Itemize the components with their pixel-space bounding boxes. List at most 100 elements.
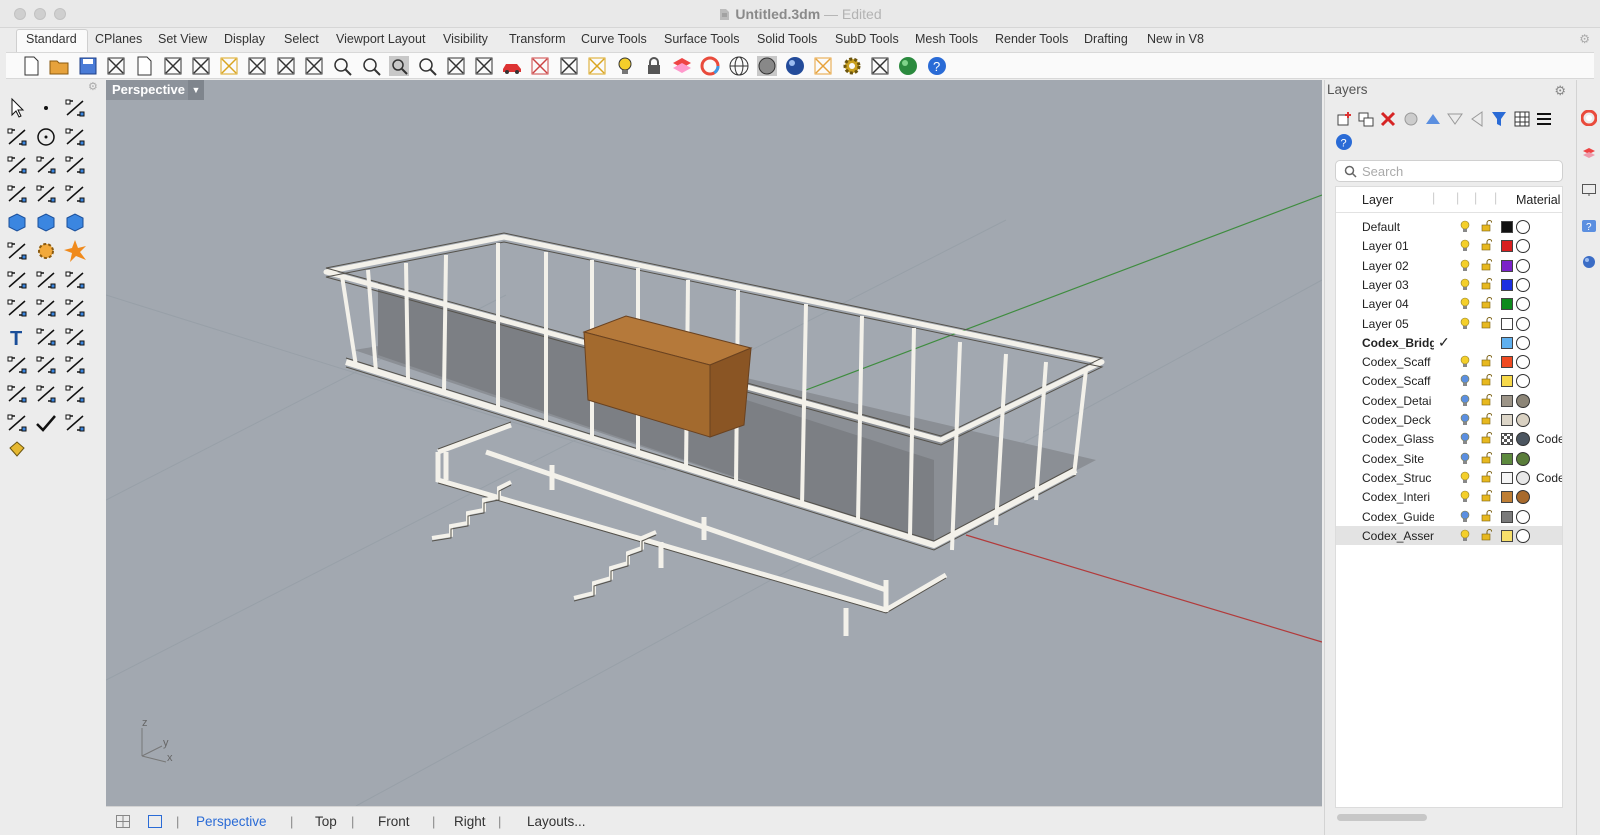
layer-name[interactable]: Codex_Asser bbox=[1362, 529, 1434, 543]
layer-material-icon[interactable] bbox=[1516, 239, 1530, 254]
zoom-icon[interactable] bbox=[331, 55, 353, 77]
four-views-icon[interactable] bbox=[473, 55, 495, 77]
grid-icon[interactable] bbox=[529, 55, 551, 77]
trim-icon[interactable] bbox=[4, 267, 30, 293]
tab-render-tools[interactable]: Render Tools bbox=[995, 32, 1068, 46]
layer-color-swatch[interactable] bbox=[1501, 452, 1513, 465]
layer-color-swatch[interactable] bbox=[1501, 317, 1513, 330]
group-icon[interactable] bbox=[4, 295, 30, 321]
layer-color-swatch[interactable] bbox=[1501, 336, 1513, 349]
unlock-icon[interactable] bbox=[1481, 374, 1492, 386]
move-layer-left-icon[interactable] bbox=[1468, 110, 1486, 128]
tab-surface-tools[interactable]: Surface Tools bbox=[664, 32, 740, 46]
curve-icon[interactable] bbox=[4, 124, 30, 150]
copy-icon[interactable] bbox=[190, 55, 212, 77]
layer-name[interactable]: Codex_Deck bbox=[1362, 413, 1434, 427]
new-icon[interactable] bbox=[20, 55, 42, 77]
unlock-icon[interactable] bbox=[1481, 316, 1492, 329]
layer-material-icon[interactable] bbox=[1516, 451, 1530, 466]
layer-name[interactable]: Layer 04 bbox=[1362, 297, 1434, 311]
move-layer-down-icon[interactable] bbox=[1446, 110, 1464, 128]
tab-select[interactable]: Select bbox=[284, 32, 319, 46]
unlock-icon[interactable] bbox=[1481, 451, 1492, 464]
layer-color-swatch[interactable] bbox=[1501, 278, 1513, 291]
layer-row[interactable]: Codex_Detai bbox=[1336, 391, 1562, 410]
layer-filter-icon[interactable] bbox=[1490, 110, 1508, 128]
shaded-sphere-icon[interactable] bbox=[756, 55, 778, 77]
osnap-icon[interactable] bbox=[586, 55, 608, 77]
tab-layouts[interactable]: Layouts... bbox=[527, 814, 586, 829]
import-icon[interactable] bbox=[133, 55, 155, 77]
layer-row[interactable]: Codex_Interi bbox=[1336, 487, 1562, 506]
single-viewport-icon[interactable] bbox=[148, 815, 162, 828]
split-icon[interactable] bbox=[33, 267, 59, 293]
tab-subd-tools[interactable]: SubD Tools bbox=[835, 32, 899, 46]
zoom-window-icon[interactable] bbox=[360, 55, 382, 77]
column-layer[interactable]: Layer bbox=[1362, 193, 1393, 207]
layer-name[interactable]: Codex_Guide bbox=[1362, 510, 1434, 524]
rotate-view-icon[interactable] bbox=[303, 55, 325, 77]
zoom-extents-icon[interactable] bbox=[388, 55, 410, 77]
layer-icon[interactable] bbox=[671, 55, 693, 77]
layer-material-icon[interactable] bbox=[1516, 277, 1530, 292]
tab-drafting[interactable]: Drafting bbox=[1084, 32, 1128, 46]
tab-cplanes[interactable]: CPlanes bbox=[95, 32, 142, 46]
visibility-bulb-icon[interactable] bbox=[1460, 317, 1470, 330]
layer-color-swatch[interactable] bbox=[1501, 394, 1513, 407]
visibility-bulb-icon[interactable] bbox=[1460, 394, 1470, 407]
color-wheel-icon[interactable] bbox=[1581, 110, 1597, 126]
print-icon[interactable] bbox=[105, 55, 127, 77]
tab-curve-tools[interactable]: Curve Tools bbox=[581, 32, 647, 46]
layer-color-swatch[interactable] bbox=[1501, 298, 1513, 311]
layer-color-swatch[interactable] bbox=[1501, 433, 1513, 446]
layer-name[interactable]: Codex_Struc bbox=[1362, 471, 1434, 485]
layer-row[interactable]: Layer 03 bbox=[1336, 275, 1562, 294]
viewport-menu-chevron-icon[interactable]: ▼ bbox=[188, 80, 204, 100]
help-tab-icon[interactable]: ? bbox=[1581, 218, 1597, 234]
layer-search-input[interactable]: Search bbox=[1335, 160, 1563, 182]
layer-material-icon[interactable] bbox=[1516, 490, 1530, 505]
visibility-bulb-icon[interactable] bbox=[1460, 278, 1470, 291]
cplane-icon[interactable] bbox=[558, 55, 580, 77]
layer-name[interactable]: Layer 02 bbox=[1362, 259, 1434, 273]
undo-icon[interactable] bbox=[246, 55, 268, 77]
layer-row[interactable]: Codex_Scaff bbox=[1336, 371, 1562, 390]
layer-color-swatch[interactable] bbox=[1501, 491, 1513, 504]
layer-row[interactable]: Layer 01 bbox=[1336, 236, 1562, 255]
tab-set-view[interactable]: Set View bbox=[158, 32, 207, 46]
align-icon[interactable] bbox=[33, 381, 59, 407]
gear-puzzle-icon[interactable] bbox=[33, 238, 59, 264]
layers-tab-icon[interactable] bbox=[1581, 146, 1597, 162]
new-sublayer-icon[interactable] bbox=[1357, 110, 1375, 128]
car-icon[interactable] bbox=[501, 55, 523, 77]
project-icon[interactable] bbox=[62, 352, 88, 378]
layer-row[interactable]: Codex_Glass Code bbox=[1336, 429, 1562, 448]
layer-name[interactable]: Codex_Glass bbox=[1362, 432, 1434, 446]
tab-new-in-v8[interactable]: New in V8 bbox=[1147, 32, 1204, 46]
layer-row[interactable]: Codex_Asser bbox=[1336, 525, 1562, 546]
layer-material-icon[interactable] bbox=[1516, 220, 1530, 234]
undo-view-icon[interactable] bbox=[445, 55, 467, 77]
lock-icon[interactable] bbox=[643, 55, 665, 77]
block-icon[interactable] bbox=[33, 352, 59, 378]
layer-name[interactable]: Codex_Scaff bbox=[1362, 355, 1434, 369]
unlock-icon[interactable] bbox=[1481, 470, 1492, 483]
box-solid-icon[interactable] bbox=[4, 209, 30, 235]
layer-name[interactable]: Layer 03 bbox=[1362, 278, 1434, 292]
unlock-icon[interactable] bbox=[1481, 239, 1492, 251]
check-icon[interactable] bbox=[33, 410, 59, 436]
transform-icon[interactable] bbox=[4, 410, 30, 436]
layer-material-icon[interactable] bbox=[1516, 355, 1530, 370]
layer-row[interactable]: Layer 05 bbox=[1336, 314, 1562, 333]
layer-material-icon[interactable] bbox=[1516, 432, 1530, 447]
layer-color-swatch[interactable] bbox=[1501, 221, 1513, 233]
layer-columns-icon[interactable] bbox=[1513, 110, 1531, 128]
boolean-icon[interactable] bbox=[62, 267, 88, 293]
visibility-bulb-icon[interactable] bbox=[1460, 259, 1470, 272]
layer-row[interactable]: Layer 02 bbox=[1336, 256, 1562, 275]
polygon-icon[interactable] bbox=[4, 152, 30, 178]
layer-color-swatch[interactable] bbox=[1501, 356, 1513, 369]
layer-material-icon[interactable] bbox=[1516, 374, 1530, 389]
layer-row[interactable]: Codex_Scaff bbox=[1336, 352, 1562, 371]
analyze-icon[interactable] bbox=[62, 410, 88, 436]
